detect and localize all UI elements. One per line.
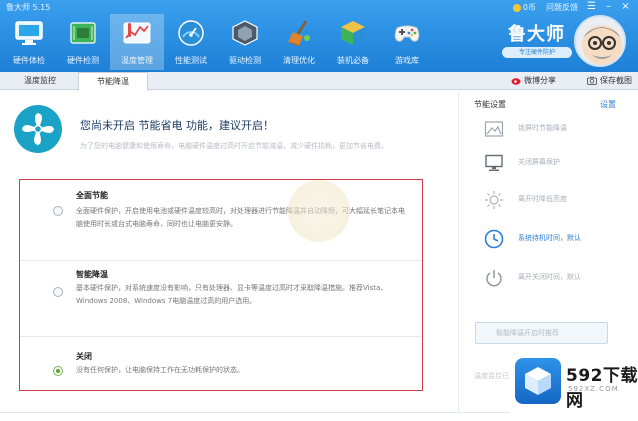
power-icon [486,270,502,287]
temperature-chart-icon [123,22,151,44]
nav-games[interactable]: 游戏库 [380,14,434,70]
package-cube-icon [341,21,365,45]
nav-hardware-detect[interactable]: 硬件检测 [56,14,110,70]
option-desc: 基本硬件保护，对系统速度没有影响，只有处理器、显卡等温度过高时才采取降温措施。推… [76,284,388,305]
weibo-icon [511,78,521,85]
menu-icon[interactable]: ☰ [583,0,600,14]
sub-tabs: 温度监控 节能降温 微博分享 保存截图 [0,72,638,91]
feedback-link[interactable]: 问题反馈 [546,2,578,13]
coin-icon [512,3,521,12]
nav-cleanup[interactable]: 清理优化 [272,14,326,70]
radio-full-saving[interactable] [53,206,63,216]
logo-url: 592XZ.COM [568,385,619,393]
option-off[interactable]: 关闭 没有任何保护，让电脑保持工作在无功耗保护的状态。 [20,336,421,392]
close-icon[interactable]: × [617,0,634,14]
option-smart-cooling[interactable]: 智能降温 基本硬件保护，对系统速度没有影响，只有处理器、显卡等温度过高时才采取降… [20,260,421,336]
tab-energy-saving[interactable]: 节能降温 [78,72,148,91]
circuit-board-icon [70,22,96,44]
side-item-lock-screen[interactable]: 锁屏时节能降温 [484,117,624,141]
broom-icon [288,20,310,47]
radio-off[interactable] [53,366,63,376]
bottom-divider [0,412,510,413]
nav-performance[interactable]: 性能测试 [164,14,218,70]
radio-smart-cooling[interactable] [53,287,63,297]
top-toolbar: 鲁大师 5.15 0币 问题反馈 ☰ – × 硬件体检 硬件检测 温度管理 性能… [0,0,638,72]
driver-chip-icon [232,20,258,46]
save-screenshot-button[interactable]: 保存截图 [587,75,632,86]
side-item-standby-time[interactable]: 系统待机时间，默认 [484,227,624,251]
coin-link[interactable]: 0币 [512,2,536,13]
tab-temperature-monitor[interactable]: 温度监控 [10,72,70,90]
side-settings-link[interactable]: 设置 [600,99,616,110]
minimize-icon[interactable]: – [600,0,617,14]
brand-name: 鲁大师 [508,24,565,45]
nav-temperature[interactable]: 温度管理 [110,14,164,70]
side-item-brightness[interactable]: 离开时降低亮度 [484,188,624,212]
window-links: 0币 问题反馈 [512,2,578,13]
option-desc: 没有任何保护，让电脑保持工作在无功耗保护的状态。 [76,366,244,374]
window-controls: ☰ – × [583,0,634,14]
clock-icon [484,229,504,249]
fan-icon [14,105,62,153]
watermark-emblem [288,180,350,242]
option-name: 智能降温 [76,270,108,279]
mascot-face-icon [582,25,622,65]
nav-driver[interactable]: 驱动检测 [218,14,272,70]
display-icon [485,154,503,171]
camera-icon [587,76,597,85]
brightness-icon [485,191,503,209]
option-name: 全面节能 [76,191,108,200]
recommend-button[interactable]: 智能降温开启时推荐 [475,322,608,344]
option-desc: 全面硬件保护，开启使用电池或硬件温度较高时，对处理器进行节能降温并自动降频，可大… [76,207,405,228]
mode-options-panel: 全面节能 全面硬件保护，开启使用电池或硬件温度较高时，对处理器进行节能降温并自动… [19,179,423,391]
side-title: 节能设置 [474,100,506,109]
image-frame-icon [484,121,504,137]
site-logo: 592下载网 592XZ.COM [510,355,638,413]
hero-title: 您尚未开启 节能省电 功能，建议开启！ [80,119,274,132]
option-full-saving[interactable]: 全面节能 全面硬件保护，开启使用电池或硬件温度较高时，对处理器进行节能降温并自动… [20,180,421,260]
main-nav: 硬件体检 硬件检测 温度管理 性能测试 驱动检测 清理优化 装机必备 游戏库 [2,14,434,70]
nav-essentials[interactable]: 装机必备 [326,14,380,70]
mascot-avatar [574,15,626,67]
brand-subtitle: 专注硬件防护 [502,47,572,58]
hero-subtitle: 为了您的电脑健康和使用寿命，电脑硬件温度过高时开启节能减温，减少硬件损耗，更加节… [80,142,388,150]
gamepad-icon [394,25,420,42]
nav-hardware-check[interactable]: 硬件体检 [2,14,56,70]
option-name: 关闭 [76,352,92,361]
side-divider [458,92,459,412]
speedometer-icon [178,20,204,46]
share-button[interactable]: 微博分享 [511,75,556,86]
app-title: 鲁大师 5.15 [6,3,51,12]
monitor-icon [15,21,43,45]
side-item-screensaver[interactable]: 关闭屏幕保护 [484,151,624,175]
cube-logo-icon [515,358,561,404]
side-item-shutdown-time[interactable]: 离开关闭时间，默认 [484,266,624,290]
